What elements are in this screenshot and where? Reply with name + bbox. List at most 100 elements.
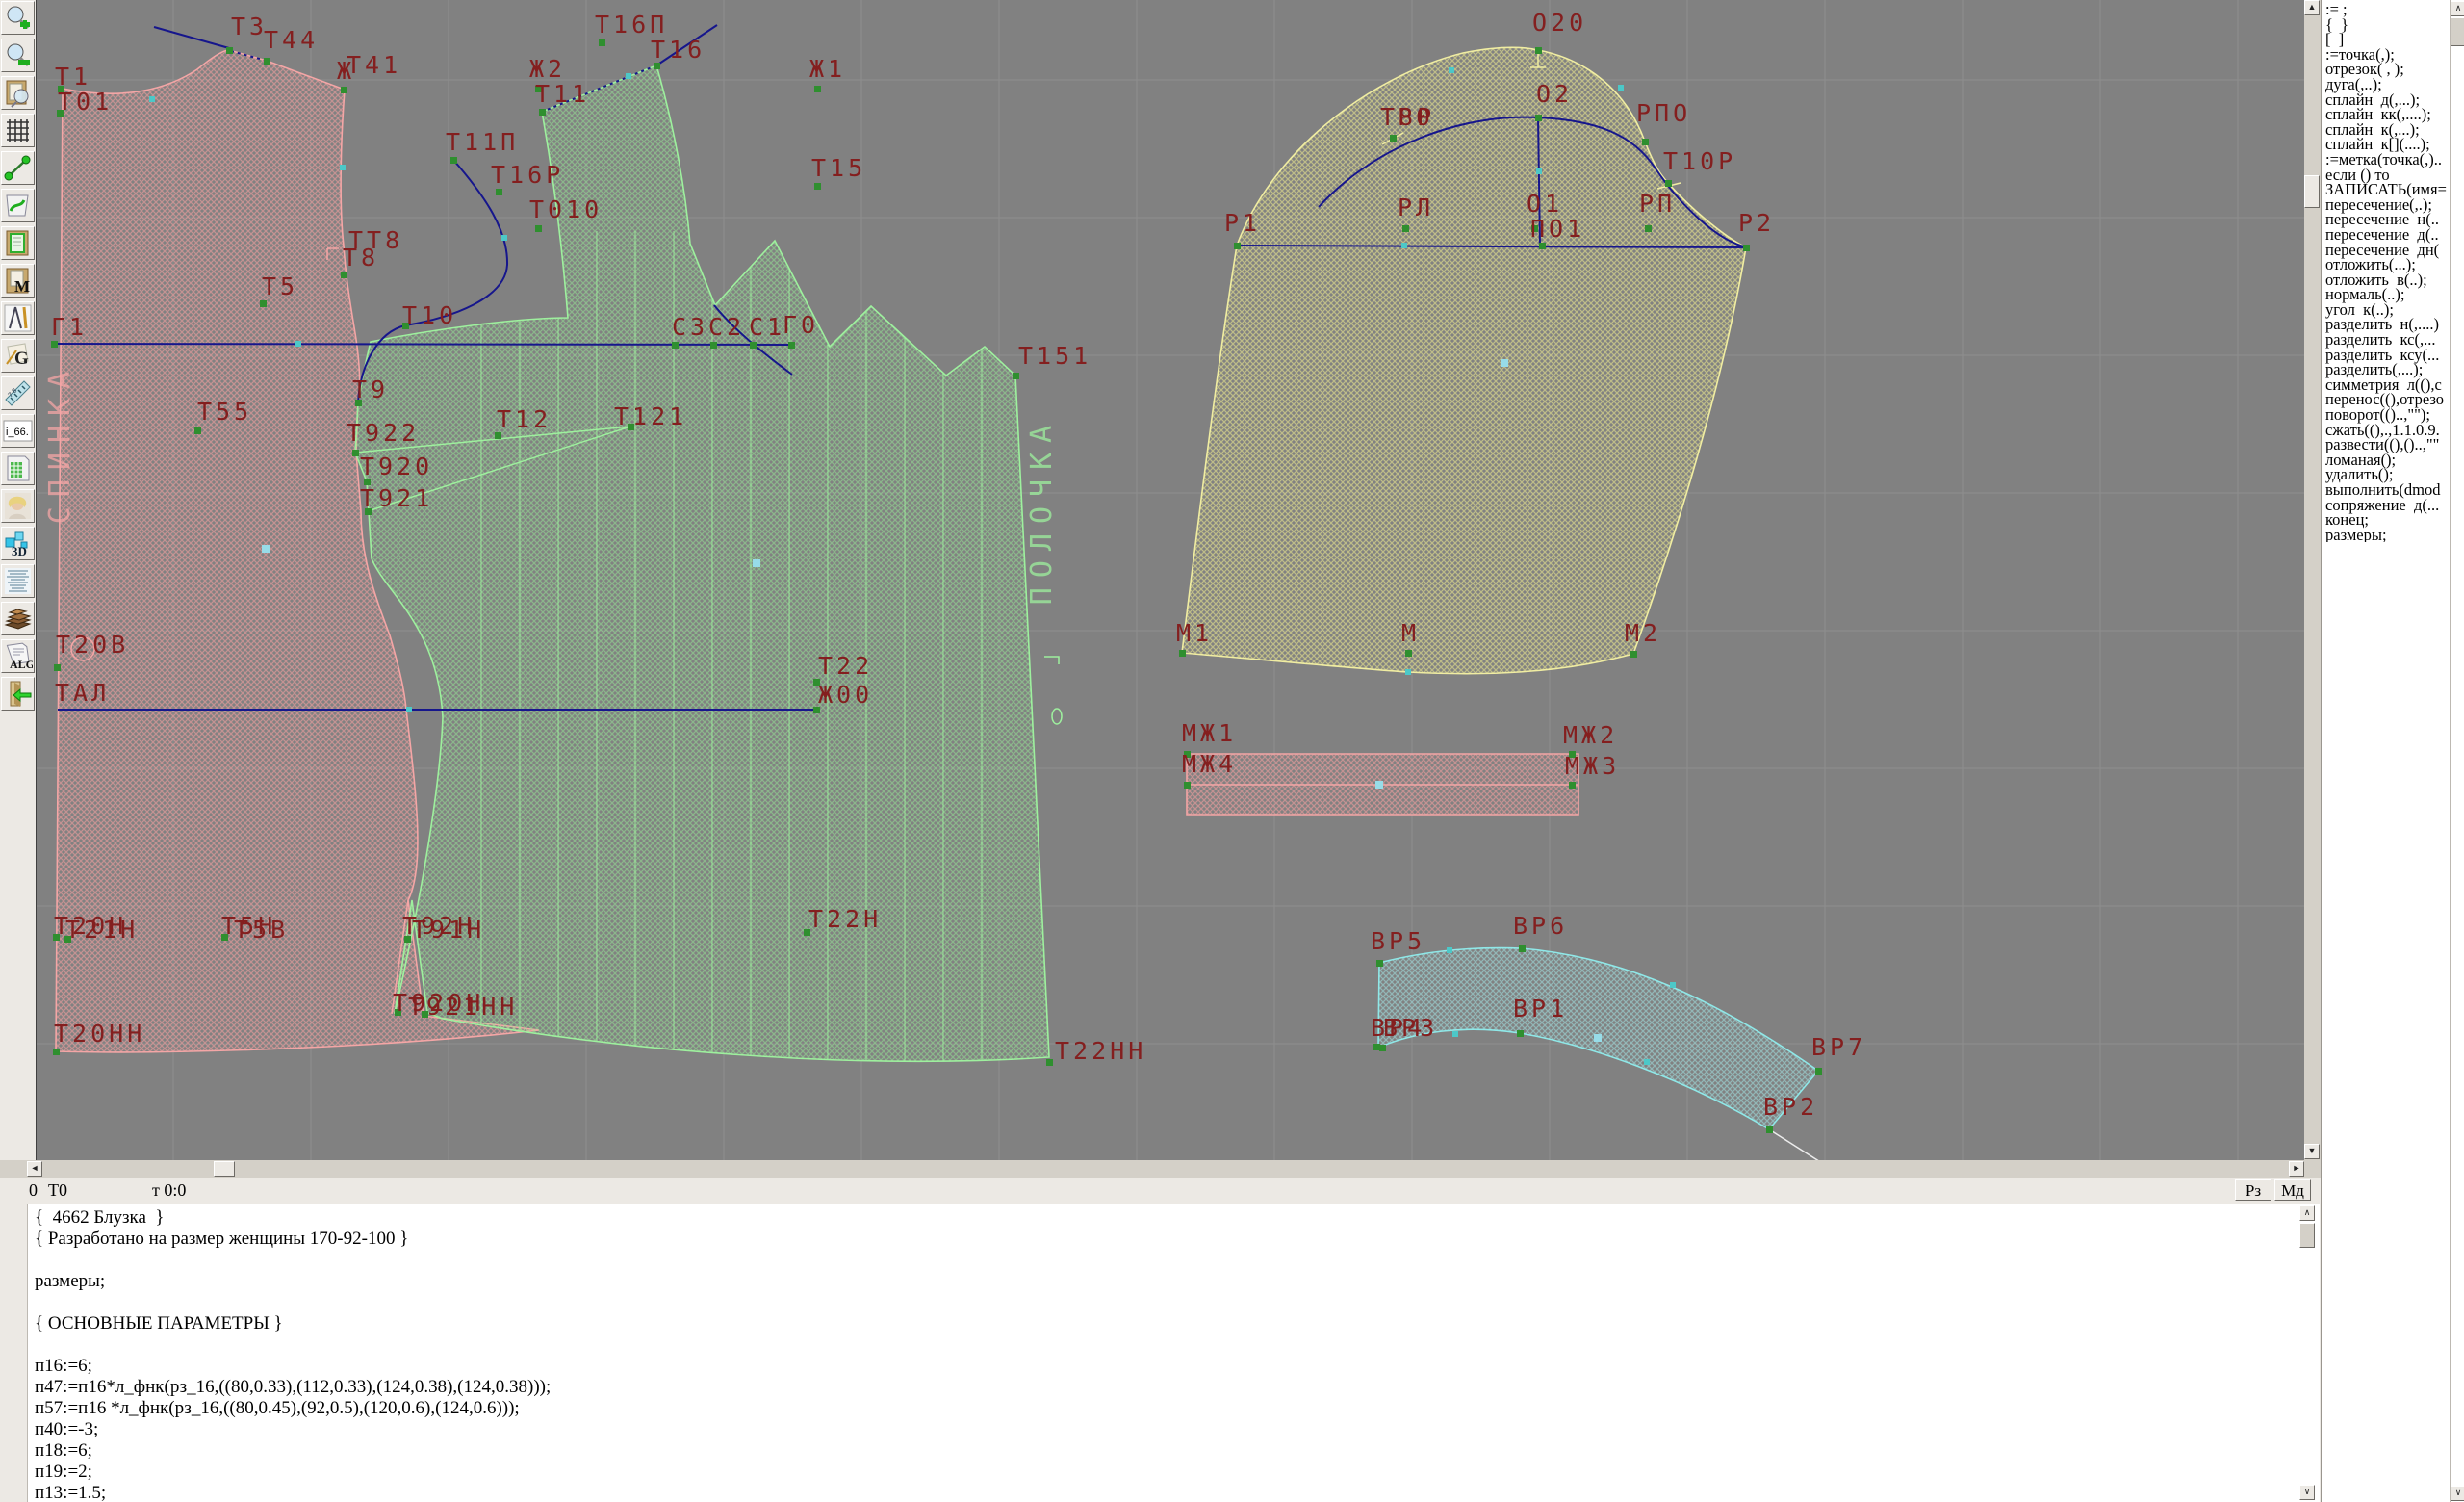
pattern-point[interactable] bbox=[1046, 1059, 1053, 1066]
program-text-editor[interactable]: { 4662 Блузка }{ Разработано на размер ж… bbox=[0, 1204, 2320, 1502]
canvas-vscrollbar[interactable]: ▲ ▼ bbox=[2304, 0, 2321, 1160]
pattern-point[interactable] bbox=[1234, 243, 1241, 249]
pattern-point[interactable] bbox=[1184, 782, 1191, 789]
pattern-point[interactable] bbox=[814, 183, 821, 190]
piece-center-point[interactable] bbox=[262, 545, 270, 553]
pattern-point[interactable] bbox=[226, 47, 233, 54]
pattern-point[interactable] bbox=[535, 225, 542, 232]
pattern-point[interactable] bbox=[496, 189, 502, 195]
text-list-button[interactable] bbox=[1, 564, 35, 598]
pattern-point[interactable] bbox=[672, 342, 679, 349]
vscroll-thumb[interactable] bbox=[2304, 175, 2320, 208]
scroll-up-arrow[interactable]: ∧ bbox=[2451, 1, 2464, 16]
pattern-point[interactable] bbox=[750, 342, 757, 349]
pattern-point[interactable] bbox=[450, 157, 457, 164]
rz-button[interactable]: Рз bbox=[2235, 1179, 2272, 1201]
print-preview-button[interactable] bbox=[1, 76, 35, 110]
pattern-point[interactable] bbox=[260, 300, 267, 307]
canvas-hscrollbar[interactable]: ◄ ► bbox=[0, 1160, 2321, 1178]
pattern-point[interactable] bbox=[788, 342, 795, 349]
m-document-button[interactable]: M bbox=[1, 264, 35, 298]
grid-button[interactable] bbox=[1, 114, 35, 147]
pattern-point[interactable] bbox=[1642, 139, 1649, 145]
intermediate-point[interactable] bbox=[1447, 947, 1452, 953]
curve-sheet-button[interactable] bbox=[1, 189, 35, 222]
algorithm-button[interactable]: ALG bbox=[1, 639, 35, 673]
pattern-point[interactable] bbox=[654, 63, 660, 69]
piece-center-point[interactable] bbox=[1375, 781, 1383, 789]
scroll-down-arrow[interactable]: ∨ bbox=[2299, 1485, 2315, 1500]
zoom-out-button[interactable] bbox=[1, 39, 35, 72]
segment-button[interactable] bbox=[1, 151, 35, 185]
scroll-down-arrow[interactable]: ▼ bbox=[2304, 1144, 2320, 1159]
piece-center-point[interactable] bbox=[1594, 1034, 1602, 1042]
scroll-up-arrow[interactable]: ∧ bbox=[2299, 1205, 2315, 1221]
portrait-button[interactable] bbox=[1, 489, 35, 523]
pattern-point[interactable] bbox=[1815, 1068, 1822, 1075]
intermediate-point[interactable] bbox=[1401, 243, 1407, 248]
intermediate-point[interactable] bbox=[626, 73, 631, 79]
pattern-point[interactable] bbox=[599, 39, 605, 46]
drafting-tools-button[interactable] bbox=[1, 301, 35, 335]
pattern-point[interactable] bbox=[1179, 650, 1186, 657]
intermediate-point[interactable] bbox=[1452, 1031, 1458, 1037]
intermediate-point[interactable] bbox=[1644, 1059, 1650, 1065]
pattern-point[interactable] bbox=[1569, 782, 1576, 789]
pattern-point[interactable] bbox=[1539, 243, 1546, 249]
intermediate-point[interactable] bbox=[149, 96, 155, 102]
pattern-point[interactable] bbox=[1373, 1044, 1380, 1050]
pattern-point[interactable] bbox=[53, 1049, 60, 1055]
pattern-point[interactable] bbox=[352, 450, 359, 456]
editor-scroll-thumb[interactable] bbox=[2299, 1223, 2315, 1248]
intermediate-point[interactable] bbox=[501, 235, 507, 241]
pattern-point[interactable] bbox=[341, 272, 347, 278]
command-item[interactable]: размеры; bbox=[2325, 528, 2449, 543]
measure-tape-button[interactable]: 7 8 bbox=[1, 376, 35, 410]
pattern-point[interactable] bbox=[495, 432, 501, 439]
pattern-point[interactable] bbox=[1405, 650, 1412, 657]
pattern-point[interactable] bbox=[194, 427, 201, 434]
pattern-point[interactable] bbox=[1390, 135, 1397, 142]
pattern-point[interactable] bbox=[51, 341, 58, 348]
pattern-point[interactable] bbox=[539, 109, 546, 116]
pattern-point[interactable] bbox=[1766, 1126, 1773, 1133]
scroll-right-arrow[interactable]: ► bbox=[2289, 1161, 2304, 1177]
intermediate-point[interactable] bbox=[340, 165, 346, 170]
hscroll-thumb[interactable] bbox=[214, 1161, 235, 1177]
pattern-sheet-button[interactable] bbox=[1, 226, 35, 260]
intermediate-point[interactable] bbox=[1536, 168, 1542, 174]
editor-vscrollbar[interactable]: ∧ ∨ bbox=[2299, 1204, 2316, 1502]
pattern-point[interactable] bbox=[264, 58, 270, 65]
intermediate-point[interactable] bbox=[1405, 669, 1411, 675]
sleeve-piece[interactable] bbox=[1182, 47, 1746, 673]
pattern-point[interactable] bbox=[1376, 960, 1383, 967]
intermediate-point[interactable] bbox=[1670, 982, 1676, 988]
pattern-point[interactable] bbox=[710, 342, 717, 349]
pattern-point[interactable] bbox=[1535, 47, 1542, 54]
pattern-point[interactable] bbox=[1743, 245, 1750, 251]
intermediate-point[interactable] bbox=[1449, 67, 1454, 73]
piece-center-point[interactable] bbox=[1501, 359, 1508, 367]
intermediate-point[interactable] bbox=[295, 341, 301, 347]
panel-vscrollbar[interactable]: ∧ ∨ bbox=[2450, 0, 2464, 1502]
spreadsheet-button[interactable] bbox=[1, 452, 35, 485]
exit-button[interactable] bbox=[1, 677, 35, 711]
pattern-point[interactable] bbox=[54, 664, 61, 671]
pattern-point[interactable] bbox=[1519, 945, 1526, 952]
zoom-in-button[interactable] bbox=[1, 1, 35, 35]
scroll-down-arrow[interactable]: ∨ bbox=[2451, 1486, 2464, 1501]
scroll-up-arrow[interactable]: ▲ bbox=[2304, 0, 2320, 15]
pattern-point[interactable] bbox=[341, 87, 347, 93]
scroll-left-arrow[interactable]: ◄ bbox=[27, 1161, 42, 1177]
pattern-point[interactable] bbox=[1645, 225, 1652, 232]
pattern-point[interactable] bbox=[1013, 373, 1019, 379]
command-item[interactable]: { } bbox=[2325, 17, 2449, 33]
pattern-point[interactable] bbox=[814, 86, 821, 92]
intermediate-point[interactable] bbox=[1618, 85, 1624, 91]
intermediate-point[interactable] bbox=[406, 707, 412, 712]
drawing-canvas[interactable]: СПИНКАПОЛОЧКАТ1Т01Т3Т44ЖТ41ТТ8Т8Т5Т55Г1Т… bbox=[37, 0, 2304, 1160]
3d-view-button[interactable]: 3D bbox=[1, 527, 35, 560]
books-button[interactable] bbox=[1, 602, 35, 635]
piece-center-point[interactable] bbox=[753, 559, 760, 567]
panel-scroll-thumb[interactable] bbox=[2451, 17, 2464, 46]
